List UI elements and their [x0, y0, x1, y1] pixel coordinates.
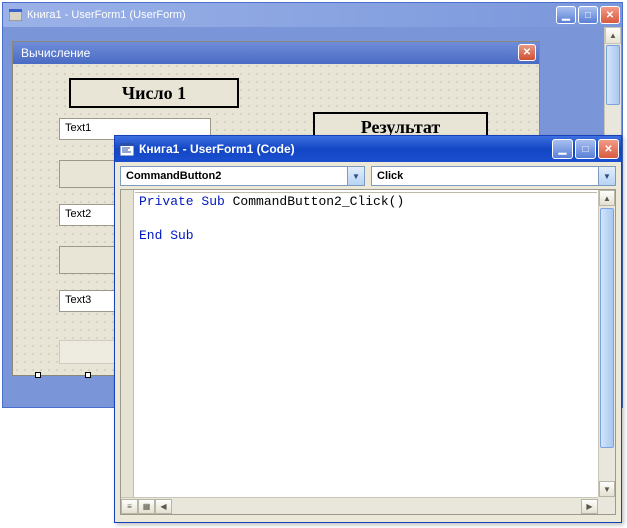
scroll-up-button[interactable]: ▲ — [599, 190, 615, 206]
designer-titlebar[interactable]: Книга1 - UserForm1 (UserForm) ▁ □ ✕ — [3, 3, 622, 27]
textbox-2[interactable]: Text2 — [59, 204, 117, 226]
maximize-button[interactable]: □ — [575, 139, 596, 159]
designer-window-buttons: ▁ □ ✕ — [556, 6, 620, 24]
scroll-corner — [598, 497, 615, 514]
hscroll-track[interactable] — [172, 498, 581, 514]
userform-caption: Вычисление — [21, 46, 90, 60]
procedure-view-button[interactable]: ≡ — [121, 499, 138, 514]
userform-close-button[interactable]: ✕ — [518, 44, 536, 61]
close-button[interactable]: ✕ — [598, 139, 619, 159]
userform-titlebar[interactable]: Вычисление ✕ — [13, 42, 539, 64]
scroll-right-button[interactable]: ▶ — [581, 499, 598, 514]
code-vscroll[interactable]: ▲ ▼ — [598, 190, 615, 497]
code-margin — [121, 190, 134, 497]
code-window: Книга1 - UserForm1 (Code) ▁ □ ✕ CommandB… — [114, 135, 622, 523]
code-hscroll[interactable]: ≡ ▦ ◀ ▶ — [121, 497, 598, 514]
full-module-view-button[interactable]: ▦ — [138, 499, 155, 514]
scroll-thumb[interactable] — [600, 208, 614, 448]
form-icon — [8, 8, 22, 22]
procedure-combo[interactable]: Click ▼ — [371, 166, 616, 186]
scroll-down-button[interactable]: ▼ — [599, 481, 615, 497]
code-icon — [120, 142, 134, 156]
code-title: Книга1 - UserForm1 (Code) — [139, 142, 552, 156]
minimize-button[interactable]: ▁ — [556, 6, 576, 24]
designer-title: Книга1 - UserForm1 (UserForm) — [27, 9, 556, 21]
scroll-up-button[interactable]: ▲ — [605, 27, 621, 44]
code-titlebar[interactable]: Книга1 - UserForm1 (Code) ▁ □ ✕ — [115, 136, 621, 162]
scroll-left-button[interactable]: ◀ — [155, 499, 172, 514]
handle[interactable] — [35, 372, 41, 378]
label-number-1[interactable]: Число 1 — [69, 78, 239, 108]
code-window-buttons: ▁ □ ✕ — [552, 139, 619, 159]
code-text[interactable]: Private Sub CommandButton2_Click() End S… — [139, 193, 597, 244]
minimize-button[interactable]: ▁ — [552, 139, 573, 159]
scroll-thumb[interactable] — [606, 45, 620, 105]
close-button[interactable]: ✕ — [600, 6, 620, 24]
frame-fragment-1[interactable] — [59, 160, 117, 188]
code-editor[interactable]: Private Sub CommandButton2_Click() End S… — [120, 189, 616, 515]
code-combo-row: CommandButton2 ▼ Click ▼ — [115, 162, 621, 189]
maximize-button[interactable]: □ — [578, 6, 598, 24]
chevron-down-icon[interactable]: ▼ — [598, 167, 615, 185]
chevron-down-icon[interactable]: ▼ — [347, 167, 364, 185]
frame-fragment-3[interactable] — [59, 340, 117, 364]
handle[interactable] — [85, 372, 91, 378]
frame-fragment-2[interactable] — [59, 246, 117, 274]
textbox-3[interactable]: Text3 — [59, 290, 117, 312]
object-combo[interactable]: CommandButton2 ▼ — [120, 166, 365, 186]
